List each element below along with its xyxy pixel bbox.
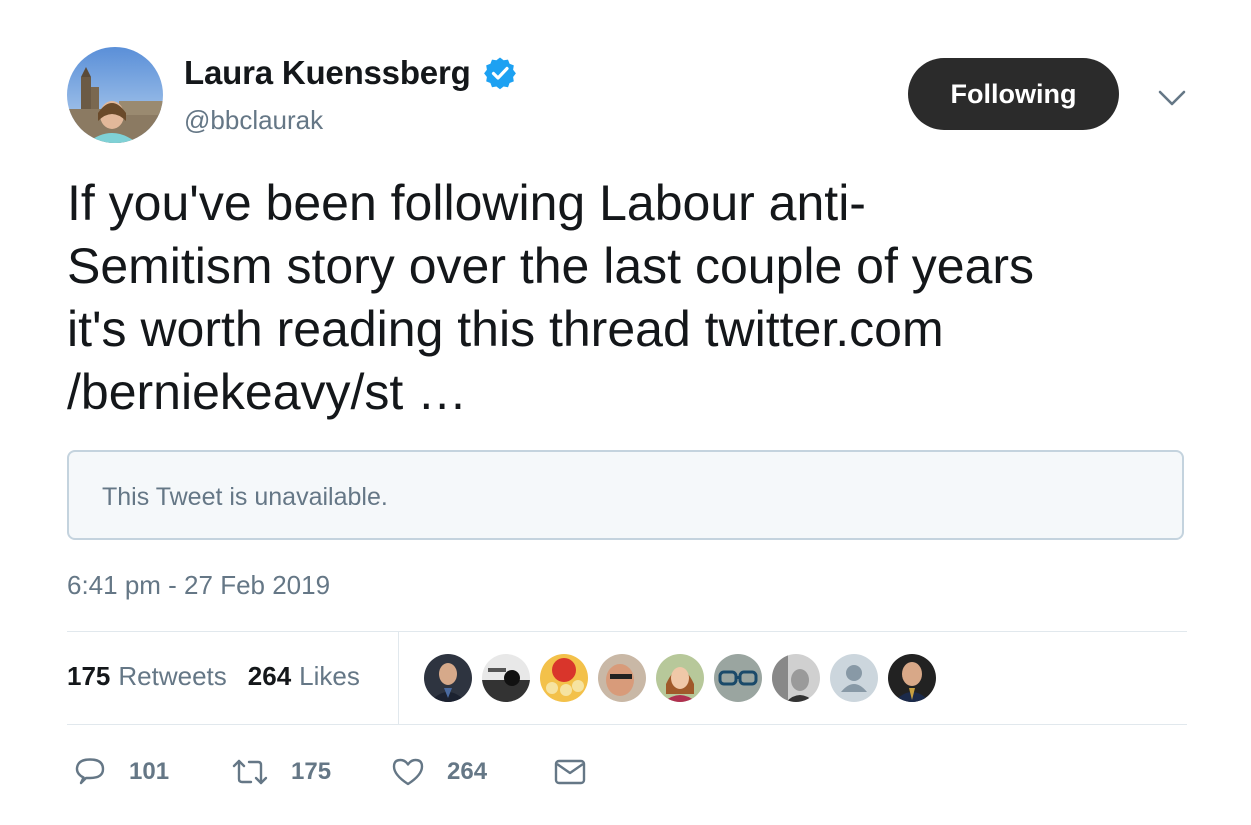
- direct-message-icon: [554, 759, 586, 785]
- likes-stat[interactable]: 264 Likes: [248, 661, 360, 692]
- reply-count: 101: [129, 758, 170, 785]
- tweet-link[interactable]: twitter.com: [705, 301, 944, 357]
- liker-avatar[interactable]: [598, 654, 646, 702]
- stats-vertical-divider: [398, 632, 399, 724]
- liker-avatar[interactable]: [656, 654, 704, 702]
- liker-avatar[interactable]: [888, 654, 936, 702]
- likers-avatar-list: [424, 654, 946, 702]
- following-button[interactable]: Following: [908, 58, 1119, 130]
- quoted-tweet-box[interactable]: This Tweet is unavailable.: [67, 450, 1184, 540]
- retweets-count: 175: [67, 661, 111, 691]
- like-button[interactable]: 264: [391, 755, 553, 789]
- retweets-stat[interactable]: 175 Retweets: [67, 661, 227, 692]
- like-heart-icon: [392, 758, 424, 786]
- likes-label: Likes: [299, 661, 360, 691]
- divider: [67, 631, 1187, 632]
- tweet-card: Laura Kuenssberg @bbclaurak Following If…: [0, 0, 1251, 825]
- author-display-name[interactable]: Laura Kuenssberg: [184, 54, 471, 92]
- divider: [67, 724, 1187, 725]
- retweet-button[interactable]: 175: [231, 755, 391, 789]
- liker-avatar[interactable]: [424, 654, 472, 702]
- liker-avatar[interactable]: [540, 654, 588, 702]
- tweet-actions: 101 175 264: [73, 753, 587, 791]
- liker-avatar[interactable]: [482, 654, 530, 702]
- liker-avatar-placeholder[interactable]: [830, 654, 878, 702]
- reply-icon: [75, 758, 105, 785]
- liker-avatar[interactable]: [714, 654, 762, 702]
- tweet-stats: 175 Retweets 264 Likes: [67, 661, 360, 692]
- retweet-count: 175: [291, 758, 332, 785]
- likes-count: 264: [247, 661, 292, 691]
- verified-badge-icon: [483, 56, 517, 90]
- chevron-down-icon[interactable]: [1154, 84, 1190, 112]
- direct-message-button[interactable]: [553, 755, 587, 789]
- tweet-text-line: it's worth reading this thread twitter.c…: [67, 298, 1197, 361]
- retweet-icon: [232, 759, 268, 785]
- like-count: 264: [447, 758, 488, 785]
- author-name-row[interactable]: Laura Kuenssberg: [184, 52, 517, 94]
- liker-avatar[interactable]: [772, 654, 820, 702]
- retweets-label: Retweets: [118, 661, 227, 691]
- tweet-text-line: If you've been following Labour anti-: [67, 175, 866, 231]
- tweet-text-segment: it's worth reading this thread: [67, 301, 705, 357]
- quoted-tweet-notice: This Tweet is unavailable.: [102, 483, 388, 511]
- tweet-text-line: Semitism story over the last couple of y…: [67, 238, 1035, 294]
- tweet-timestamp[interactable]: 6:41 pm - 27 Feb 2019: [67, 570, 330, 601]
- reply-button[interactable]: 101: [73, 755, 231, 789]
- tweet-text: If you've been following Labour anti- Se…: [67, 172, 1197, 424]
- author-handle[interactable]: @bbclaurak: [184, 105, 323, 136]
- author-avatar[interactable]: [67, 47, 163, 143]
- tweet-link-continuation[interactable]: /berniekeavy/st …: [67, 361, 1197, 424]
